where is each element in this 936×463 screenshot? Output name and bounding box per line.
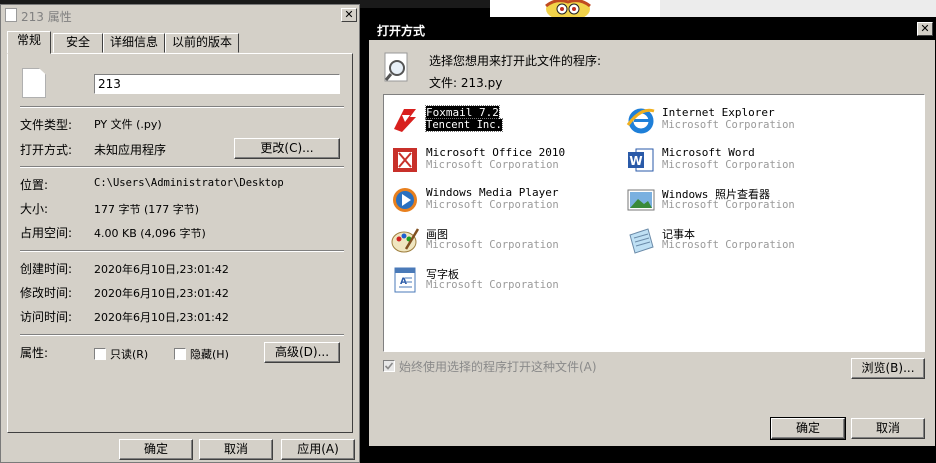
attributes-label: 属性:: [20, 346, 49, 360]
properties-title: 213 属性: [21, 10, 72, 24]
created-label: 创建时间:: [20, 262, 73, 276]
program-item-wordpad[interactable]: A 写字板 Microsoft Corporation: [390, 263, 620, 299]
file-type-icon: [22, 68, 46, 98]
file-type-value: PY 文件 (.py): [94, 118, 162, 131]
cartoon-character-icon: [545, 0, 591, 18]
program-item-media-player[interactable]: Windows Media Player Microsoft Corporati…: [390, 183, 620, 219]
program-vendor: Microsoft Corporation: [426, 159, 559, 171]
open-with-close-button[interactable]: ✕: [917, 22, 933, 36]
checkmark-icon: [384, 362, 394, 370]
program-vendor: Microsoft Corporation: [662, 119, 795, 131]
open-with-dialog: 打开方式 ✕ 选择您想用来打开此文件的程序: 文件: 213.py Foxmai…: [368, 17, 936, 447]
file-properties-window: 213 属性 ✕ 常规 安全 详细信息 以前的版本 文件类型: PY 文件 (.…: [0, 4, 360, 463]
size-on-disk-value: 4.00 KB (4,096 字节): [94, 227, 206, 240]
svg-text:W: W: [629, 154, 642, 168]
program-name: Microsoft Office 2010: [426, 146, 566, 159]
browse-button[interactable]: 浏览(B)...: [851, 358, 925, 379]
tab-previous-versions[interactable]: 以前的版本: [165, 33, 239, 53]
size-value: 177 字节 (177 字节): [94, 203, 200, 216]
separator: [20, 250, 344, 252]
program-vendor: Microsoft Corporation: [662, 159, 795, 171]
program-vendor: Microsoft Corporation: [426, 199, 559, 211]
notepad-icon: [629, 228, 654, 254]
open-with-label: 打开方式:: [20, 143, 73, 157]
tab-security[interactable]: 安全: [53, 33, 103, 53]
properties-close-button[interactable]: ✕: [341, 8, 357, 22]
properties-title-bar: 213 属性 ✕: [1, 5, 359, 25]
program-item-foxmail[interactable]: Foxmail 7.2 Tencent Inc.: [390, 103, 620, 139]
program-item-paint[interactable]: 画图 Microsoft Corporation: [390, 223, 620, 259]
always-use-label: 始终使用选择的程序打开这种文件(A): [399, 360, 597, 374]
separator: [20, 166, 344, 168]
hidden-label: 隐藏(H): [190, 348, 229, 361]
hidden-checkbox[interactable]: [174, 348, 186, 360]
size-on-disk-label: 占用空间:: [20, 226, 73, 240]
program-name: Microsoft Word: [662, 146, 755, 159]
photo-viewer-icon: [627, 189, 655, 211]
program-item-photo-viewer[interactable]: Windows 照片查看器 Microsoft Corporation: [626, 183, 856, 219]
modified-value: 2020年6月10日,23:01:42: [94, 287, 229, 300]
file-name-line: 文件: 213.py: [429, 76, 503, 90]
file-name-input[interactable]: [94, 74, 340, 94]
internet-explorer-icon: [626, 108, 655, 134]
open-with-ok-button[interactable]: 确定: [770, 417, 846, 440]
choose-program-prompt: 选择您想用来打开此文件的程序:: [429, 54, 602, 68]
program-name: Windows Media Player: [426, 186, 559, 199]
program-vendor: Microsoft Corporation: [426, 279, 559, 291]
separator: [20, 334, 344, 336]
open-with-value: 未知应用程序: [94, 143, 167, 157]
location-value: C:\Users\Administrator\Desktop: [94, 177, 284, 189]
open-with-title: 打开方式: [377, 24, 426, 38]
program-item-word[interactable]: W Microsoft Word Microsoft Corporation: [626, 143, 856, 179]
program-item-internet-explorer[interactable]: Internet Explorer Microsoft Corporation: [626, 103, 856, 139]
always-use-checkbox[interactable]: [383, 360, 395, 372]
modified-label: 修改时间:: [20, 286, 73, 300]
file-type-label: 文件类型:: [20, 118, 73, 132]
open-with-cancel-button[interactable]: 取消: [851, 418, 925, 439]
program-vendor: Microsoft Corporation: [662, 239, 795, 251]
apply-button[interactable]: 应用(A): [281, 439, 355, 460]
paint-icon: [391, 228, 420, 253]
program-name: Internet Explorer: [662, 106, 775, 119]
wordpad-icon: A: [394, 267, 416, 293]
media-player-icon: [393, 188, 417, 212]
program-name: Foxmail 7.2: [425, 105, 500, 120]
advanced-button[interactable]: 高级(D)...: [264, 342, 340, 363]
office-icon: [393, 148, 417, 172]
program-list[interactable]: Foxmail 7.2 Tencent Inc. Internet Explor…: [383, 94, 925, 352]
separator: [20, 106, 344, 108]
open-with-title-bar: 打开方式 ✕: [369, 18, 935, 40]
readonly-label: 只读(R): [110, 348, 149, 361]
file-icon: [5, 8, 17, 22]
program-vendor: Microsoft Corporation: [426, 239, 559, 251]
tab-general[interactable]: 常规: [7, 31, 51, 54]
program-vendor: Microsoft Corporation: [662, 199, 795, 211]
readonly-checkbox[interactable]: [94, 348, 106, 360]
properties-ok-button[interactable]: 确定: [119, 439, 193, 460]
created-value: 2020年6月10日,23:01:42: [94, 263, 229, 276]
accessed-label: 访问时间:: [20, 310, 73, 324]
magnifier-icon: [384, 52, 408, 82]
location-label: 位置:: [20, 178, 49, 192]
word-icon: W: [628, 148, 654, 172]
change-button[interactable]: 更改(C)...: [234, 138, 340, 159]
background-window-right: [660, 0, 936, 18]
foxmail-icon: [394, 109, 416, 132]
program-vendor: Tencent Inc.: [425, 118, 503, 132]
program-item-notepad[interactable]: 记事本 Microsoft Corporation: [626, 223, 856, 259]
size-label: 大小:: [20, 202, 49, 216]
tab-details[interactable]: 详细信息: [103, 33, 165, 53]
program-item-office[interactable]: Microsoft Office 2010 Microsoft Corporat…: [390, 143, 620, 179]
general-tab-panel: 文件类型: PY 文件 (.py) 打开方式: 未知应用程序 更改(C)... …: [7, 53, 353, 433]
accessed-value: 2020年6月10日,23:01:42: [94, 311, 229, 324]
properties-cancel-button[interactable]: 取消: [199, 439, 273, 460]
